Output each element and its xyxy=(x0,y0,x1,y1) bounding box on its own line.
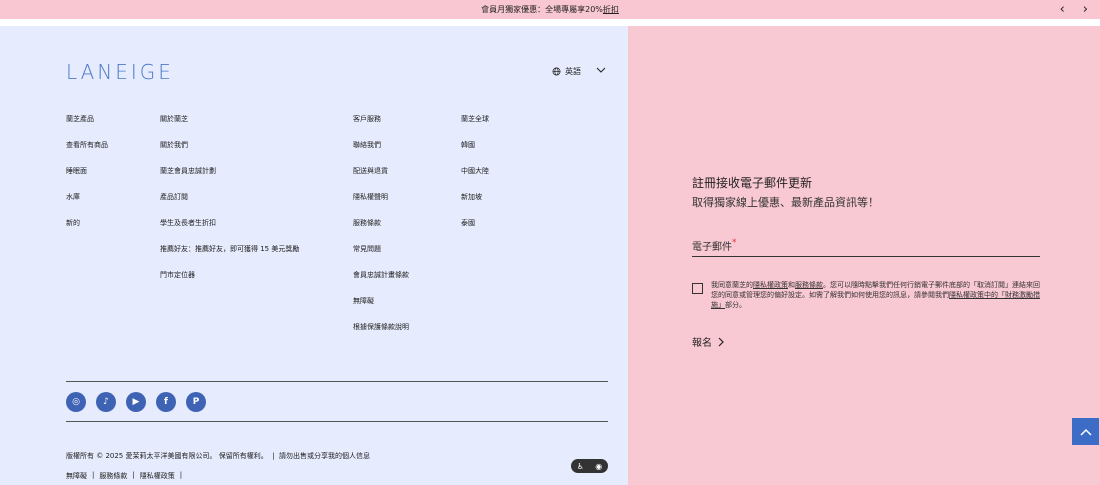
promo-link[interactable]: 折扣 xyxy=(603,4,619,15)
footer-link[interactable]: 韓國 xyxy=(461,140,489,166)
footer-link[interactable]: 服務條款 xyxy=(353,218,409,244)
brand-logo[interactable]: LANEIGE xyxy=(66,60,174,84)
footer-column-about: 關於蘭芝 關於我們 蘭芝會員忠誠計劃 產品訂閱 學生及長者生折扣 推薦好友：推薦… xyxy=(160,114,299,296)
email-field[interactable]: 電子郵件* xyxy=(692,238,1040,257)
consent-row: 我同意蘭芝的隱私權政策和服務條款。您可以隨時點擊我們任何行銷電子郵件底部的「取消… xyxy=(692,280,1042,310)
promo-bar: 會員月獨家優惠：全場專屬享20% 折扣 ‹ › xyxy=(0,0,1100,19)
privacy-policy-link[interactable]: 隱私權政策 xyxy=(753,281,788,289)
footer-link[interactable]: 中國大陸 xyxy=(461,166,489,192)
legal-link-terms[interactable]: 服務條款 xyxy=(99,471,127,481)
footer-link[interactable]: 無障礙 xyxy=(353,296,409,322)
facebook-icon[interactable]: f xyxy=(156,392,176,412)
consent-text: 我同意蘭芝的隱私權政策和服務條款。您可以隨時點擊我們任何行銷電子郵件底部的「取消… xyxy=(711,281,1040,309)
footer-link[interactable]: 推薦好友：推薦好友，即可獲得 15 美元獎勵 xyxy=(160,244,299,270)
email-label: 電子郵件 xyxy=(692,242,732,253)
footer-link[interactable]: 蘭芝產品 xyxy=(66,114,108,140)
footer-link[interactable]: 關於我們 xyxy=(160,140,299,166)
footer-link[interactable]: 水庫 xyxy=(66,192,108,218)
privacy-choice-link[interactable]: 請勿出售或分享我的個人信息 xyxy=(279,452,370,460)
submit-button[interactable]: 報名 xyxy=(692,334,725,349)
promo-text: 會員月獨家優惠：全場專屬享20% xyxy=(481,5,603,14)
newsletter-subtitle: 取得獨家線上優惠、最新產品資訊等！ xyxy=(692,196,879,209)
copyright-text: 版權所有 © 2025 愛茉莉太平洋美國有限公司。 保留所有權利。 xyxy=(66,452,268,460)
footer-link[interactable]: 隱私權聲明 xyxy=(353,192,409,218)
language-label: 英語 xyxy=(565,67,581,76)
footer-link[interactable]: 客戶服務 xyxy=(353,114,409,140)
footer-link[interactable]: 學生及長者生折扣 xyxy=(160,218,299,244)
footer-link[interactable]: 蘭芝全球 xyxy=(461,114,489,140)
chevron-right-icon xyxy=(718,337,724,346)
legal-links: 無障礙 | 服務條款 | 隱私權政策 | xyxy=(66,471,183,481)
submit-label: 報名 xyxy=(692,338,712,349)
language-selector[interactable]: 英語 xyxy=(552,66,581,77)
divider xyxy=(66,421,608,422)
footer-link[interactable]: 蘭芝會員忠誠計劃 xyxy=(160,166,299,192)
instagram-icon[interactable]: ◎ xyxy=(66,392,86,412)
footer-column-products: 蘭芝產品 查看所有商品 睡眠面 水庫 新的 xyxy=(66,114,108,244)
footer-links-panel xyxy=(0,26,628,485)
footer-column-service: 客戶服務 聯絡我們 配送與退貨 隱私權聲明 服務條款 常見問題 會員忠誠計畫條款… xyxy=(353,114,409,348)
chevron-left-icon[interactable]: ‹ xyxy=(1060,2,1065,17)
accessibility-icon: ♿ xyxy=(576,461,584,471)
footer-link[interactable]: 配送與退貨 xyxy=(353,166,409,192)
toggle-icon: ◉ xyxy=(595,461,603,471)
legal-link-accessibility[interactable]: 無障礙 xyxy=(66,471,87,481)
copyright-row: 版權所有 © 2025 愛茉莉太平洋美國有限公司。 保留所有權利。 | 請勿出售… xyxy=(66,452,370,460)
chevron-up-icon xyxy=(1079,428,1092,436)
tiktok-icon[interactable]: ♪ xyxy=(96,392,116,412)
footer-column-global: 蘭芝全球 韓國 中國大陸 新加坡 泰國 xyxy=(461,114,489,244)
footer-link[interactable]: 查看所有商品 xyxy=(66,140,108,166)
footer-link[interactable]: 關於蘭芝 xyxy=(160,114,299,140)
youtube-icon[interactable]: ▶ xyxy=(126,392,146,412)
scroll-to-top-button[interactable] xyxy=(1072,418,1099,445)
newsletter-title: 註冊接收電子郵件更新 xyxy=(692,176,813,190)
newsletter-panel: 註冊接收電子郵件更新 取得獨家線上優惠、最新產品資訊等！ 電子郵件* 我同意蘭芝… xyxy=(628,26,1100,485)
footer-link[interactable]: 新的 xyxy=(66,218,108,244)
footer-link[interactable]: 門市定位器 xyxy=(160,270,299,296)
pinterest-icon[interactable]: P xyxy=(186,392,206,412)
footer-link[interactable]: 產品訂閱 xyxy=(160,192,299,218)
accessibility-badge[interactable]: ♿ ◉ xyxy=(571,459,608,473)
footer-link[interactable]: 睡眠面 xyxy=(66,166,108,192)
legal-link-privacy[interactable]: 隱私權政策 xyxy=(140,471,175,481)
footer-link[interactable]: 聯絡我們 xyxy=(353,140,409,166)
terms-link[interactable]: 服務條款 xyxy=(795,281,823,289)
footer-link[interactable]: 會員忠誠計畫條款 xyxy=(353,270,409,296)
footer-link[interactable]: 根據保護條款說明 xyxy=(353,322,409,348)
social-links: ◎ ♪ ▶ f P xyxy=(66,392,206,412)
divider xyxy=(66,381,608,382)
footer-link[interactable]: 新加坡 xyxy=(461,192,489,218)
globe-icon xyxy=(552,67,561,76)
footer-link[interactable]: 泰國 xyxy=(461,218,489,244)
chevron-right-icon[interactable]: › xyxy=(1083,2,1088,17)
chevron-down-icon[interactable] xyxy=(596,66,606,74)
footer-link[interactable]: 常見問題 xyxy=(353,244,409,270)
consent-checkbox[interactable] xyxy=(692,283,703,294)
required-mark: * xyxy=(732,238,737,248)
